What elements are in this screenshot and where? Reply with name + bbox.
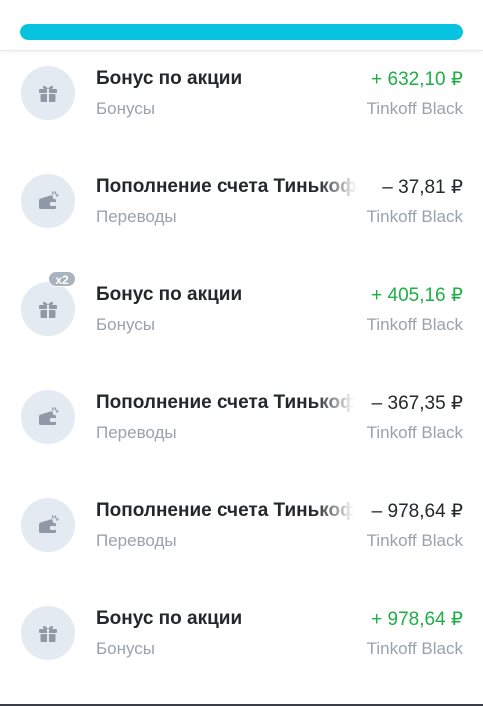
operation-account: Tinkoff Black xyxy=(366,315,463,334)
wallet-icon xyxy=(39,191,59,209)
operation-amount: – 367,35 ₽ xyxy=(371,393,463,414)
operations-list: Бонус по акции Бонусы + 632,10 ₽ Tinkoff… xyxy=(0,51,483,699)
operation-row[interactable]: Бонус по акции Бонусы + 978,64 ₽ Tinkoff… xyxy=(0,591,483,699)
operation-avatar xyxy=(21,66,75,120)
progress-bar xyxy=(20,24,463,40)
operation-title: Бонус по акции xyxy=(96,68,243,89)
operation-row[interactable]: Пополнение счета Тинькоф Переводы – 367,… xyxy=(0,375,483,483)
operation-row[interactable]: Пополнение счета Тинькоф Переводы – 37,8… xyxy=(0,159,483,267)
operation-category: Бонусы xyxy=(96,99,156,118)
gift-icon xyxy=(39,625,57,642)
operation-title: Пополнение счета Тинькоф xyxy=(96,392,354,413)
gift-icon xyxy=(39,301,57,318)
header-area xyxy=(0,0,483,51)
operation-avatar xyxy=(21,282,75,336)
operation-account: Tinkoff Black xyxy=(366,639,463,658)
wallet-icon xyxy=(39,515,59,533)
operation-avatar xyxy=(21,390,75,444)
operation-title: Бонус по акции xyxy=(96,284,243,305)
operation-title: Пополнение счета Тинькоф xyxy=(96,500,354,521)
operation-category: Переводы xyxy=(96,423,177,442)
gift-icon xyxy=(39,85,57,102)
operation-amount: + 405,16 ₽ xyxy=(371,285,463,306)
operation-category: Переводы xyxy=(96,207,177,226)
operation-category: Бонусы xyxy=(96,639,156,658)
operation-row[interactable]: Пополнение счета Тинькоф Переводы – 978,… xyxy=(0,483,483,591)
operation-account: Tinkoff Black xyxy=(366,207,463,226)
wallet-icon xyxy=(39,407,59,425)
operation-avatar xyxy=(21,606,75,660)
operation-amount: + 978,64 ₽ xyxy=(371,609,463,630)
operation-category: Переводы xyxy=(96,531,177,550)
operations-screen: Бонус по акции Бонусы + 632,10 ₽ Tinkoff… xyxy=(0,0,483,706)
operation-avatar xyxy=(21,498,75,552)
operation-row[interactable]: Бонус по акции Бонусы + 632,10 ₽ Tinkoff… xyxy=(0,51,483,159)
operation-account: Tinkoff Black xyxy=(366,99,463,118)
operation-amount: – 978,64 ₽ xyxy=(371,501,463,522)
operation-category: Бонусы xyxy=(96,315,156,334)
count-badge: x2 xyxy=(48,271,76,287)
operation-title: Бонус по акции xyxy=(96,608,243,629)
operation-avatar xyxy=(21,174,75,228)
operation-title: Пополнение счета Тинькоф xyxy=(96,176,357,197)
operation-amount: + 632,10 ₽ xyxy=(371,69,463,90)
operation-amount: – 37,81 ₽ xyxy=(382,177,463,198)
progress-bar-fill xyxy=(20,24,463,40)
operation-account: Tinkoff Black xyxy=(366,423,463,442)
operation-account: Tinkoff Black xyxy=(366,531,463,550)
